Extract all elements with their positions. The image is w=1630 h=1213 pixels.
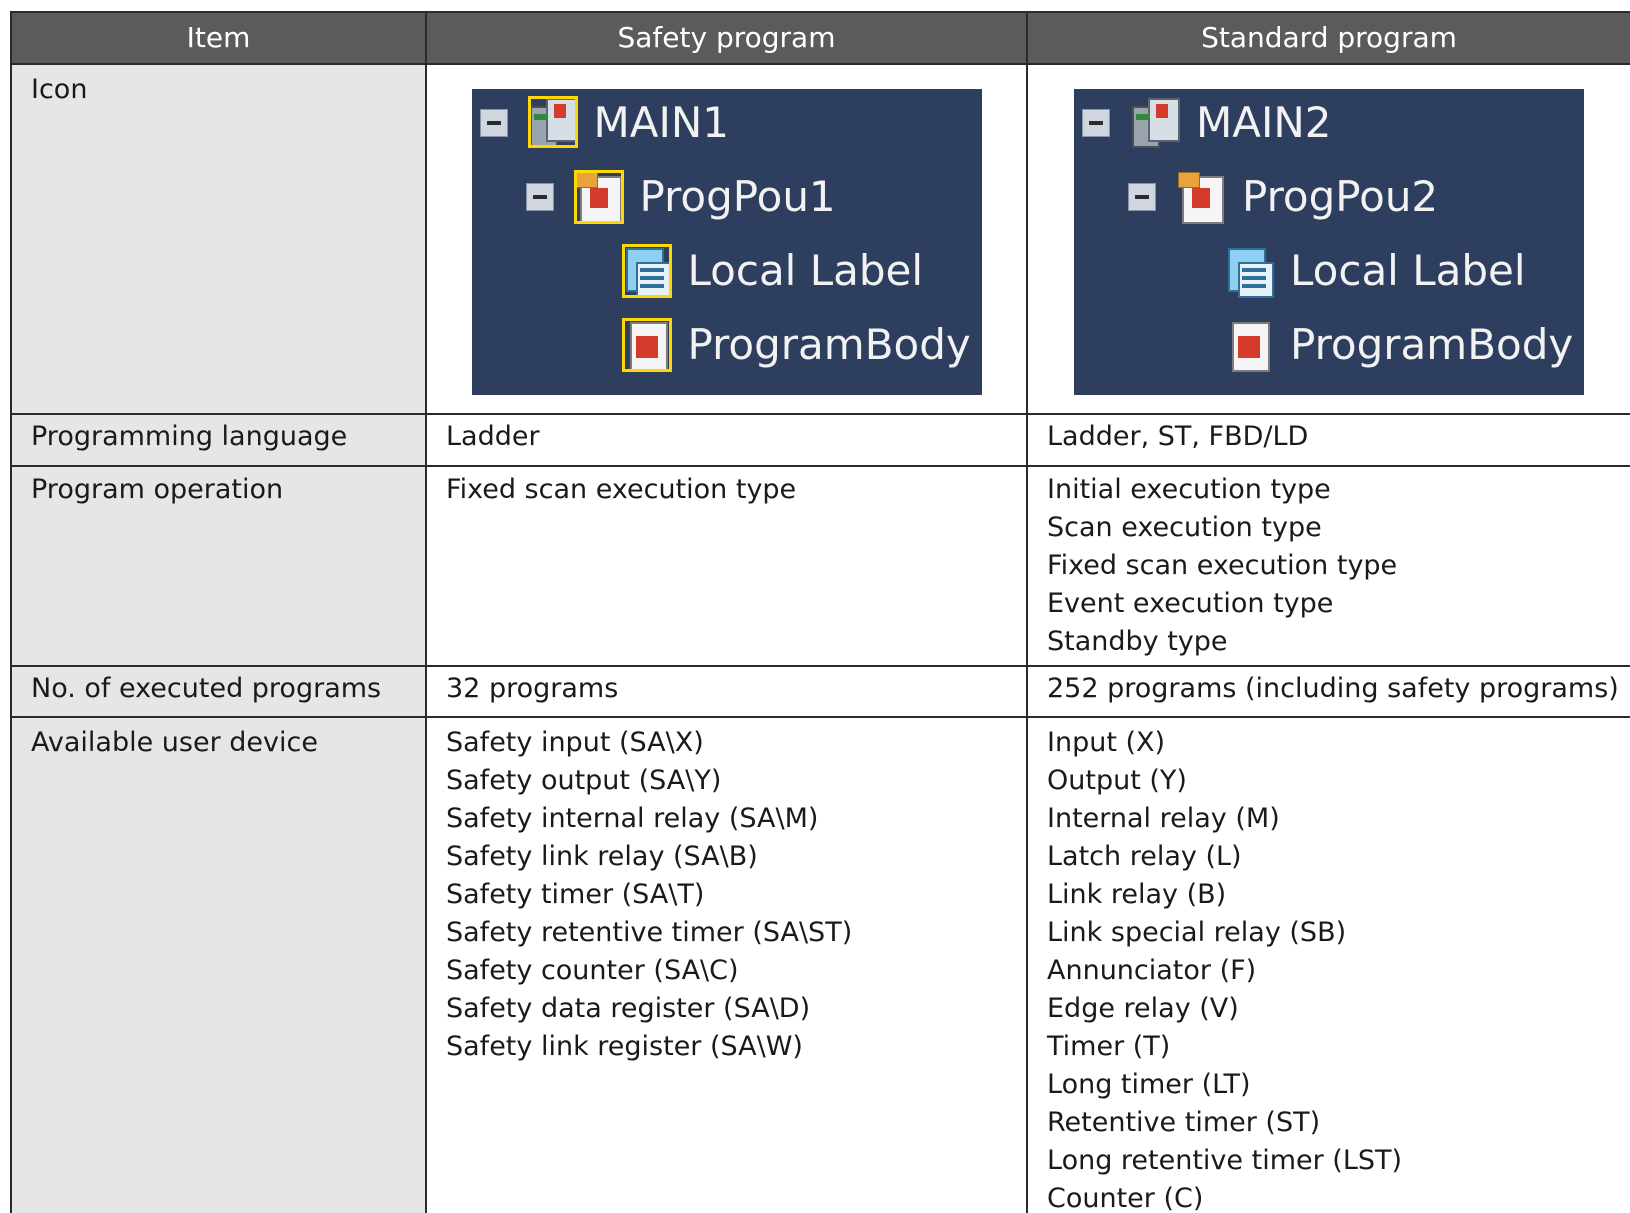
cell-line: Long timer (LT): [1047, 1069, 1251, 1100]
row-label-available-user-device: Available user device: [10, 716, 427, 1213]
tree-node-local-label: Local Label: [621, 241, 924, 301]
cell-line: Safety counter (SA\C): [446, 955, 739, 986]
tree-node-label: ProgramBody: [687, 320, 971, 369]
table-row: No. of executed programs 32 programs 252…: [10, 665, 1630, 718]
pou-icon: [573, 170, 624, 224]
cell-line: Output (Y): [1047, 765, 1187, 796]
collapse-minus-icon: [1082, 109, 1110, 137]
program-body-icon: [1224, 318, 1274, 372]
program-file-icon: [1130, 96, 1180, 150]
cell-line: Event execution type: [1047, 588, 1334, 619]
program-file-icon: [527, 96, 578, 150]
tree-node-label: MAIN2: [1196, 98, 1332, 147]
table-header-row: Item Safety program Standard program: [10, 11, 1630, 65]
tree-node-pou: ProgPou1: [525, 167, 836, 227]
standard-icon-cell: MAIN2 ProgPou2 Local Label ProgramBody: [1026, 63, 1630, 415]
tree-node-label: ProgPou2: [1242, 172, 1439, 221]
cell-line: Ladder, ST, FBD/LD: [1047, 421, 1309, 452]
cell-line: Safety input (SA\X): [446, 727, 704, 758]
tree-node-program-body: ProgramBody: [1224, 315, 1573, 375]
cell-line: Counter (C): [1047, 1183, 1204, 1213]
tree-node-label: Local Label: [687, 246, 924, 295]
cell-line: Safety link register (SA\W): [446, 1031, 803, 1062]
cell-line: 32 programs: [446, 673, 619, 704]
cell-line: 252 programs (including safety programs): [1047, 673, 1619, 704]
safety-cell: Fixed scan execution type: [425, 465, 1028, 667]
tree-node-main: MAIN1: [479, 93, 730, 153]
safety-icon-cell: MAIN1 ProgPou1 Local Label ProgramBody: [425, 63, 1028, 415]
header-standard-program: Standard program: [1026, 11, 1630, 65]
cell-line: Input (X): [1047, 727, 1166, 758]
cell-line: Safety data register (SA\D): [446, 993, 811, 1024]
cell-line: Internal relay (M): [1047, 803, 1280, 834]
cell-line: Safety link relay (SA\B): [446, 841, 758, 872]
tree-node-local-label: Local Label: [1224, 241, 1526, 301]
cell-line: Latch relay (L): [1047, 841, 1242, 872]
safety-project-tree: MAIN1 ProgPou1 Local Label ProgramBody: [471, 89, 982, 395]
program-body-icon: [621, 318, 672, 372]
cell-line: Safety retentive timer (SA\ST): [446, 917, 853, 948]
cell-line: Safety internal relay (SA\M): [446, 803, 819, 834]
tree-node-program-body: ProgramBody: [621, 315, 971, 375]
standard-cell: Ladder, ST, FBD/LD: [1026, 413, 1630, 467]
cell-line: Fixed scan execution type: [1047, 550, 1398, 581]
table-row: Available user device Safety input (SA\X…: [10, 716, 1630, 1213]
standard-cell: Input (X) Output (Y) Internal relay (M) …: [1026, 716, 1630, 1213]
safety-cell: Safety input (SA\X) Safety output (SA\Y)…: [425, 716, 1028, 1213]
cell-line: Fixed scan execution type: [446, 474, 797, 505]
row-label-programming-language: Programming language: [10, 413, 427, 467]
header-safety-program: Safety program: [425, 11, 1028, 65]
document-page: Item Safety program Standard program Ico…: [0, 0, 1630, 1213]
cell-line: Link relay (B): [1047, 879, 1227, 910]
tree-node-label: Local Label: [1290, 246, 1526, 295]
cell-line: Ladder: [446, 421, 540, 452]
local-label-icon: [1224, 244, 1274, 298]
cell-line: Annunciator (F): [1047, 955, 1257, 986]
row-label-icon: Icon: [10, 63, 427, 415]
tree-node-pou: ProgPou2: [1128, 167, 1438, 227]
cell-line: Edge relay (V): [1047, 993, 1239, 1024]
comparison-table: Item Safety program Standard program Ico…: [10, 11, 1630, 1213]
tree-node-label: ProgPou1: [639, 172, 836, 221]
standard-cell: Initial execution type Scan execution ty…: [1026, 465, 1630, 667]
collapse-minus-icon: [525, 183, 554, 211]
cell-line: Long retentive timer (LST): [1047, 1145, 1403, 1176]
cell-line: Link special relay (SB): [1047, 917, 1347, 948]
row-label-executed-programs: No. of executed programs: [10, 665, 427, 718]
row-label-program-operation: Program operation: [10, 465, 427, 667]
table-row: Programming language Ladder Ladder, ST, …: [10, 413, 1630, 467]
table-row: Icon MAIN1 ProgPou1 Local Label ProgramB…: [10, 63, 1630, 415]
cell-line: Timer (T): [1047, 1031, 1171, 1062]
cell-line: Retentive timer (ST): [1047, 1107, 1321, 1138]
table-row: Program operation Fixed scan execution t…: [10, 465, 1630, 667]
standard-project-tree: MAIN2 ProgPou2 Local Label ProgramBody: [1074, 89, 1584, 395]
standard-cell: 252 programs (including safety programs): [1026, 665, 1630, 718]
tree-node-label: MAIN1: [593, 98, 730, 147]
tree-node-main: MAIN2: [1082, 93, 1332, 153]
tree-node-label: ProgramBody: [1290, 320, 1574, 369]
header-item: Item: [10, 11, 427, 65]
cell-line: Scan execution type: [1047, 512, 1322, 543]
safety-cell: 32 programs: [425, 665, 1028, 718]
local-label-icon: [621, 244, 672, 298]
pou-icon: [1176, 170, 1226, 224]
cell-line: Initial execution type: [1047, 474, 1331, 505]
cell-line: Safety timer (SA\T): [446, 879, 705, 910]
collapse-minus-icon: [479, 109, 508, 137]
cell-line: Safety output (SA\Y): [446, 765, 722, 796]
cell-line: Standby type: [1047, 626, 1228, 657]
collapse-minus-icon: [1128, 183, 1156, 211]
safety-cell: Ladder: [425, 413, 1028, 467]
